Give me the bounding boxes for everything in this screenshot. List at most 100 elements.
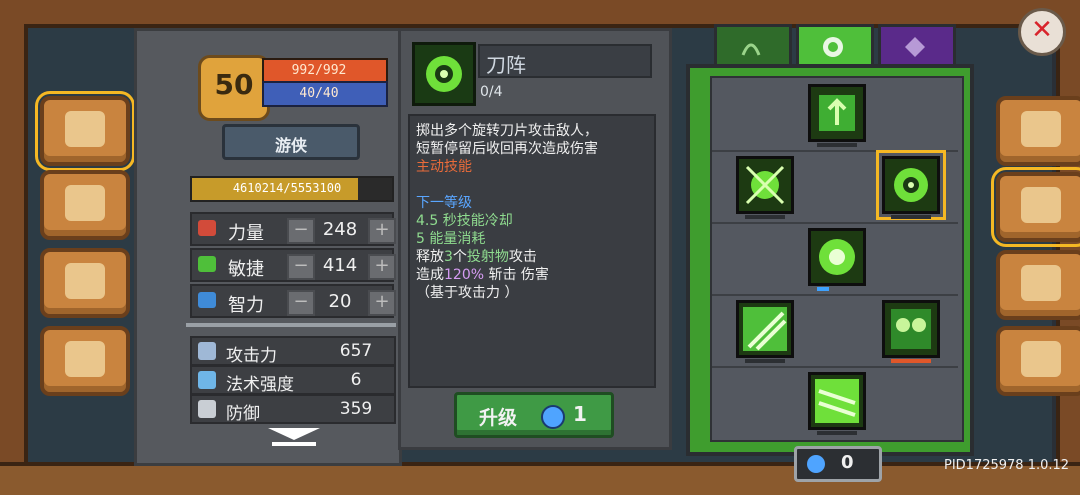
attr-row-spell-power: 法术强度 6 <box>190 365 396 395</box>
exp-bar: 4610214/5553100 <box>190 176 394 202</box>
cooldown-text: 4.5 秒技能冷却 <box>416 213 513 229</box>
class-plate: 游侠 <box>222 124 360 160</box>
skill-title-box: 刀阵 <box>478 44 652 78</box>
mp-text: 40/40 <box>299 86 339 101</box>
mp-bar: 40/40 <box>262 81 388 107</box>
steering-icon <box>65 341 105 377</box>
skill-node-burst[interactable] <box>736 156 794 219</box>
attr-label: 防御 <box>226 404 260 424</box>
class-name: 游侠 <box>274 136 307 155</box>
exp-text: 4610214/5553100 <box>232 181 342 195</box>
skill-node-blade-array[interactable] <box>876 150 946 220</box>
node-progress <box>745 215 785 219</box>
version-label: PID1725978 1.0.12 <box>944 458 1070 473</box>
attr-value: 6 <box>350 370 362 390</box>
node-progress <box>745 359 785 363</box>
skill-node-summon[interactable] <box>808 84 866 147</box>
tree-row-divider <box>712 366 958 368</box>
skill-description: 掷出多个旋转刀片攻击敌人， 短暂停留后收回再次造成伤害 主动技能 下一等级 4.… <box>408 114 656 388</box>
skill-node-owl[interactable] <box>882 300 940 363</box>
stat-row-agility: 敏捷 − 414 + <box>190 248 396 282</box>
skill-name: 刀阵 <box>486 53 526 77</box>
upgrade-cost: 1 <box>573 402 587 426</box>
strength-minus-button[interactable]: − <box>287 218 315 244</box>
strength-plus-button[interactable]: + <box>368 218 396 244</box>
release-word: 投射物 <box>466 249 509 265</box>
gem-icon <box>807 455 825 473</box>
skill-points-value: 0 <box>841 452 854 473</box>
tree-row-divider <box>712 222 958 224</box>
shield-icon <box>198 400 216 418</box>
settings-icon <box>1021 341 1061 377</box>
skill-points-counter: 0 <box>794 446 882 482</box>
skills-icon <box>1021 187 1061 223</box>
attr-row-attack: 攻击力 657 <box>190 336 396 366</box>
skill-level: 0/4 <box>480 84 503 100</box>
fist-icon <box>198 220 216 236</box>
hp-text: 992/992 <box>291 63 347 78</box>
menu-compass-button[interactable] <box>996 250 1080 320</box>
stat-label: 力量 <box>228 223 264 244</box>
skill-node-slash[interactable] <box>736 300 794 363</box>
node-progress <box>817 431 857 435</box>
menu-treasure-button[interactable] <box>40 170 130 240</box>
release-prefix: 释放 <box>416 249 444 265</box>
sword-icon <box>198 342 216 360</box>
attr-value: 359 <box>339 399 373 419</box>
wood-frame-left <box>0 24 28 464</box>
menu-book-button[interactable] <box>35 91 135 171</box>
release-suffix: 攻击 <box>508 249 537 265</box>
emblem-icon <box>905 37 925 57</box>
tab-emblem[interactable] <box>878 24 956 67</box>
scroll-down-icon[interactable] <box>268 428 320 446</box>
damage-line: 造成120% 斩击 伤害 <box>416 266 549 284</box>
based-on-line: （基于攻击力 ） <box>416 285 519 301</box>
energy-text: 5 能量消耗 <box>416 231 486 247</box>
node-progress <box>891 215 931 219</box>
close-button[interactable]: ✕ <box>1018 8 1066 56</box>
close-icon: ✕ <box>1031 15 1053 45</box>
wood-frame-bottom <box>0 462 1080 495</box>
menu-skills-button[interactable] <box>991 167 1080 247</box>
stat-row-intelligence: 智力 − 20 + <box>190 284 396 318</box>
wood-frame-right <box>1056 24 1080 464</box>
intelligence-minus-button[interactable]: − <box>287 290 315 316</box>
tab-swirl[interactable] <box>796 24 874 67</box>
stat-row-strength: 力量 − 248 + <box>190 212 396 246</box>
skill-type: 主动技能 <box>416 159 472 175</box>
agility-plus-button[interactable]: + <box>368 254 396 280</box>
level-value: 50 <box>214 68 254 101</box>
menu-settings-button[interactable] <box>996 326 1080 396</box>
wand-icon <box>198 371 216 389</box>
menu-gears-button[interactable] <box>40 248 130 318</box>
stat-value: 248 <box>322 219 358 240</box>
next-level-header: 下一等级 <box>416 195 472 211</box>
intelligence-plus-button[interactable]: + <box>368 290 396 316</box>
tab-bow[interactable] <box>714 24 792 67</box>
attr-row-defense: 防御 359 <box>190 394 396 424</box>
attr-value: 657 <box>339 341 373 361</box>
upgrade-label: 升级 <box>479 407 518 429</box>
stat-label: 智力 <box>228 295 264 316</box>
skill-node-explosion[interactable] <box>808 228 866 291</box>
gear-cluster-icon <box>65 263 105 299</box>
release-mid: 个 <box>452 249 467 265</box>
release-line: 释放3个投射物攻击 <box>416 248 537 266</box>
bow-icon <box>741 43 761 56</box>
leaf-icon <box>198 256 216 272</box>
skill-node-rush[interactable] <box>808 372 866 435</box>
stat-label: 敏捷 <box>228 259 264 280</box>
swirl-icon <box>823 37 843 57</box>
node-progress <box>817 143 857 147</box>
book-icon <box>198 292 216 308</box>
attr-label: 攻击力 <box>226 346 277 366</box>
tree-row-divider <box>712 150 958 152</box>
compass-icon <box>1021 265 1061 301</box>
menu-helmet-button[interactable] <box>996 96 1080 166</box>
agility-minus-button[interactable]: − <box>287 254 315 280</box>
blade-array-skill-icon <box>412 42 476 106</box>
treasure-icon <box>65 185 105 221</box>
menu-steering-button[interactable] <box>40 326 130 396</box>
upgrade-button[interactable]: 升级 1 <box>454 392 614 438</box>
attr-label: 法术强度 <box>226 375 294 395</box>
